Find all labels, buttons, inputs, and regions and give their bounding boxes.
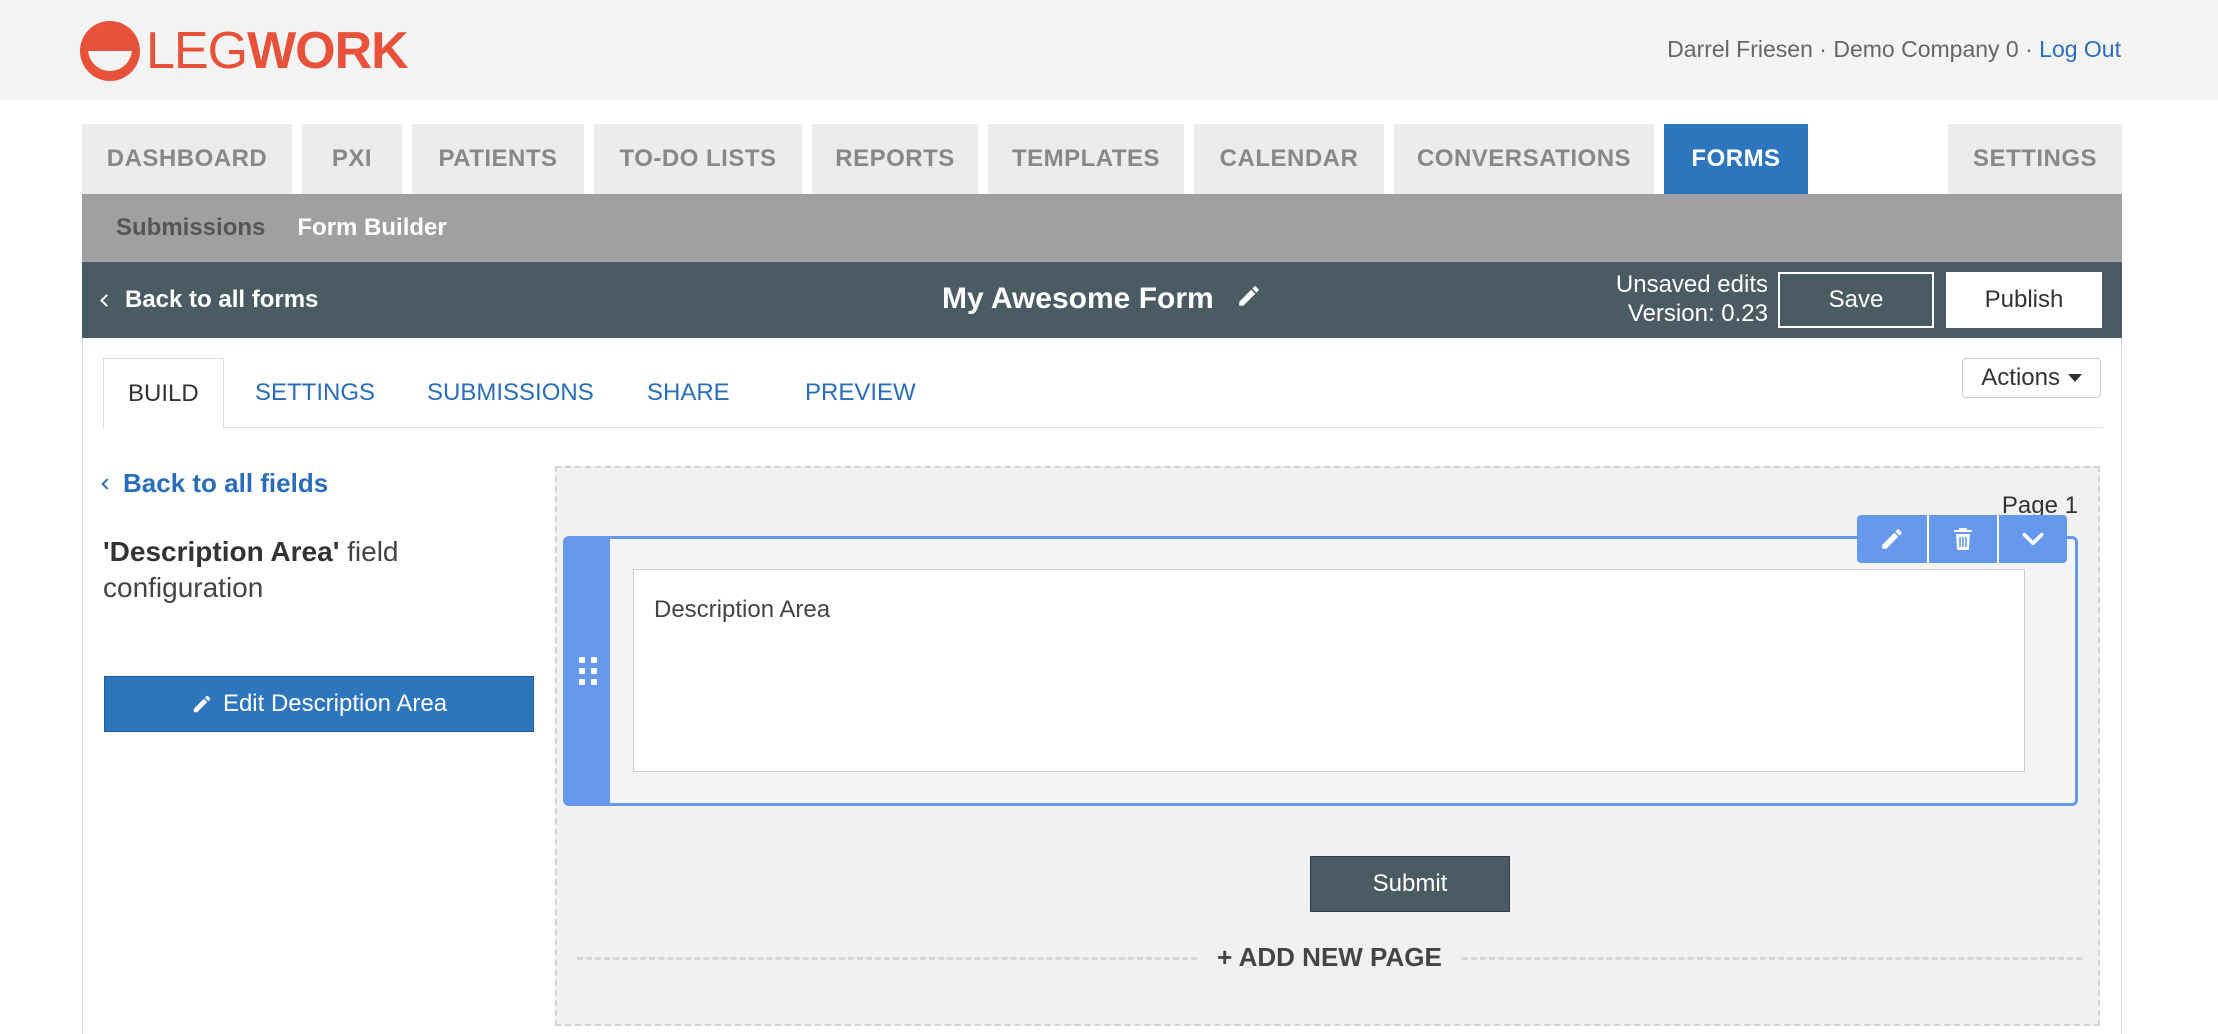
logo-text-work: WORK (247, 22, 409, 80)
version-text: Version: 0.23 (1627, 300, 1768, 327)
field-config-name: 'Description Area' (103, 536, 340, 567)
pencil-icon (1882, 529, 1902, 549)
subnav-form-builder[interactable]: Form Builder (297, 214, 446, 242)
nav-tab-templates[interactable]: TEMPLATES (988, 124, 1184, 194)
logo-mark-icon (80, 21, 140, 81)
main-nav: DASHBOARD PXI PATIENTS TO-DO LISTS REPOR… (82, 124, 2122, 194)
form-title-text: My Awesome Form (941, 282, 1214, 315)
drag-handle[interactable] (566, 539, 610, 803)
trash-icon (1954, 528, 1972, 550)
back-to-fields-label: Back to all fields (123, 468, 329, 498)
builder-tabs: BUILD SETTINGS SUBMISSIONS SHARE PREVIEW (103, 358, 2103, 429)
form-builder-card: BUILD SETTINGS SUBMISSIONS SHARE PREVIEW… (82, 338, 2122, 1034)
save-status: Unsaved edits Version: 0.23 (1616, 270, 1768, 328)
tab-share[interactable]: SHARE (647, 358, 730, 428)
field-config-heading: 'Description Area' field configuration (103, 534, 443, 606)
pencil-icon (193, 695, 211, 713)
nav-tab-patients[interactable]: PATIENTS (412, 124, 584, 194)
nav-tab-dashboard[interactable]: DASHBOARD (82, 124, 292, 194)
unsaved-edits-text: Unsaved edits (1615, 271, 1768, 298)
separator: · (1819, 36, 1827, 62)
form-canvas: Page 1 Description Area Submit + ADD NEW… (555, 466, 2100, 1026)
actions-dropdown[interactable]: Actions (1962, 358, 2101, 398)
edit-button-label: Edit Description Area (222, 690, 448, 717)
form-header-bar: Back to all forms My Awesome Form Unsave… (82, 262, 2122, 338)
chevron-left-icon (101, 477, 113, 490)
logout-link[interactable]: Log Out (2039, 36, 2121, 62)
logo-text: LEGWORK (146, 22, 409, 80)
collapse-field-button[interactable] (1997, 515, 2067, 563)
nav-tab-forms[interactable]: FORMS (1664, 124, 1808, 194)
tab-submissions[interactable]: SUBMISSIONS (427, 358, 594, 428)
edit-description-area-button[interactable]: Edit Description Area (104, 676, 534, 732)
nav-tab-conversations[interactable]: CONVERSATIONS (1394, 124, 1654, 194)
add-new-page-label: + ADD NEW PAGE (1217, 942, 1442, 972)
chevron-down-icon (2022, 532, 2044, 546)
user-bar: Darrel Friesen · Demo Company 0 · Log Ou… (1667, 36, 2121, 63)
field-toolbar (1857, 515, 2067, 563)
nav-tab-pxi[interactable]: PXI (302, 124, 402, 194)
user-name: Darrel Friesen (1667, 36, 1813, 62)
nav-tab-calendar[interactable]: CALENDAR (1194, 124, 1384, 194)
tab-settings[interactable]: SETTINGS (255, 358, 375, 428)
actions-label: Actions (1981, 364, 2060, 391)
separator: · (2025, 36, 2033, 62)
nav-tab-settings[interactable]: SETTINGS (1948, 124, 2122, 194)
publish-button[interactable]: Publish (1946, 272, 2102, 328)
caret-down-icon (2068, 374, 2082, 382)
description-area-field[interactable]: Description Area (633, 569, 2025, 772)
add-new-page[interactable]: + ADD NEW PAGE (577, 938, 2082, 978)
top-header: LEGWORK Darrel Friesen · Demo Company 0 … (0, 0, 2218, 100)
selected-field-block[interactable]: Description Area (563, 515, 2078, 806)
logo-text-leg: LEG (146, 22, 248, 80)
nav-tab-todo-lists[interactable]: TO-DO LISTS (594, 124, 802, 194)
legwork-logo[interactable]: LEGWORK (80, 20, 409, 82)
company-name: Demo Company 0 (1833, 36, 2019, 62)
sub-nav: Submissions Form Builder (82, 194, 2122, 262)
tab-build[interactable]: BUILD (103, 358, 224, 429)
back-to-fields-link[interactable]: Back to all fields (101, 468, 329, 499)
save-button[interactable]: Save (1778, 272, 1934, 328)
drag-dots-icon (579, 657, 597, 685)
tab-preview[interactable]: PREVIEW (805, 358, 916, 428)
subnav-submissions[interactable]: Submissions (116, 214, 265, 242)
edit-field-button[interactable] (1857, 515, 1927, 563)
submit-button[interactable]: Submit (1310, 856, 1510, 912)
pencil-icon[interactable] (1236, 283, 1262, 317)
nav-tab-reports[interactable]: REPORTS (812, 124, 978, 194)
delete-field-button[interactable] (1927, 515, 1997, 563)
